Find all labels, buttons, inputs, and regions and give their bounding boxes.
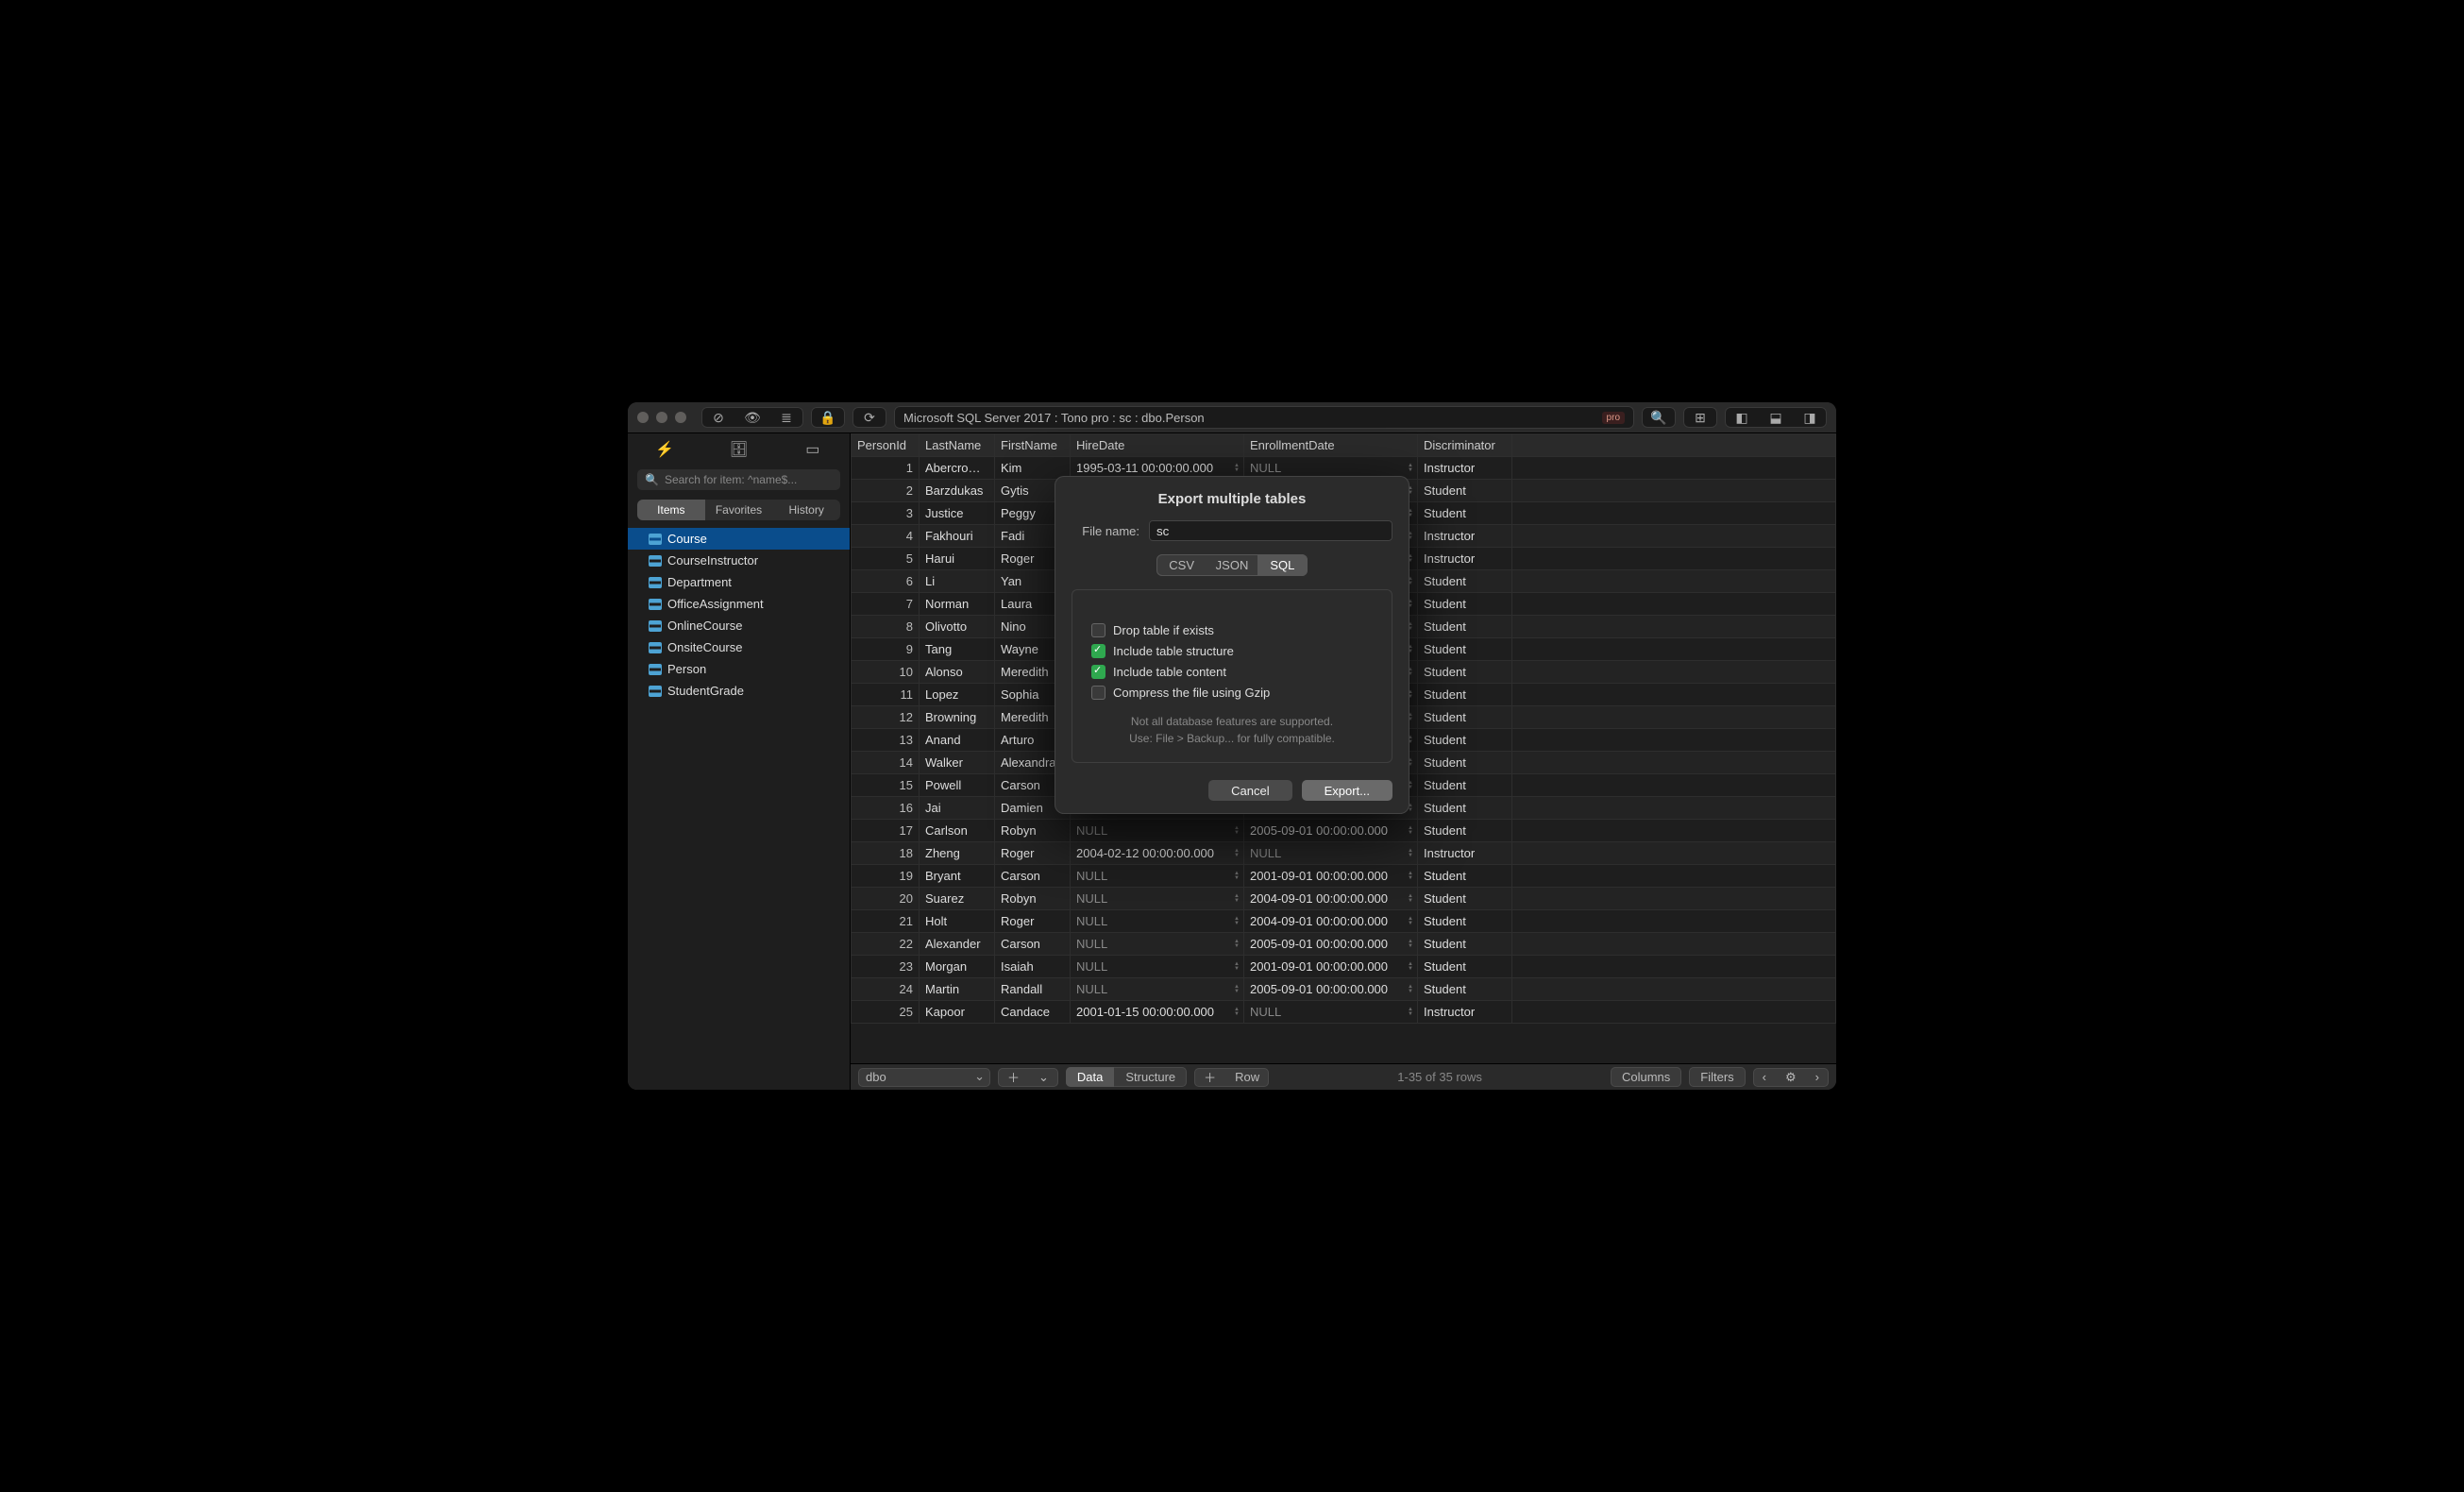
dialog-note-1: Not all database features are supported. (1091, 713, 1373, 730)
export-dialog: Export multiple tables File name: CSVJSO… (1055, 476, 1409, 814)
opt-include-structure[interactable]: Include table structure (1091, 644, 1373, 658)
opt-gzip[interactable]: Compress the file using Gzip (1091, 686, 1373, 700)
dialog-title: Export multiple tables (1072, 491, 1392, 507)
file-name-input[interactable] (1149, 520, 1392, 541)
cancel-button[interactable]: Cancel (1208, 780, 1291, 801)
format-sql[interactable]: SQL (1257, 554, 1308, 576)
format-json[interactable]: JSON (1207, 554, 1257, 576)
file-name-label: File name: (1072, 524, 1139, 538)
opt-include-content[interactable]: Include table content (1091, 665, 1373, 679)
format-csv[interactable]: CSV (1156, 554, 1207, 576)
dialog-note-2: Use: File > Backup... for fully compatib… (1091, 730, 1373, 747)
opt-drop-table[interactable]: Drop table if exists (1091, 623, 1373, 637)
export-button[interactable]: Export... (1302, 780, 1392, 801)
